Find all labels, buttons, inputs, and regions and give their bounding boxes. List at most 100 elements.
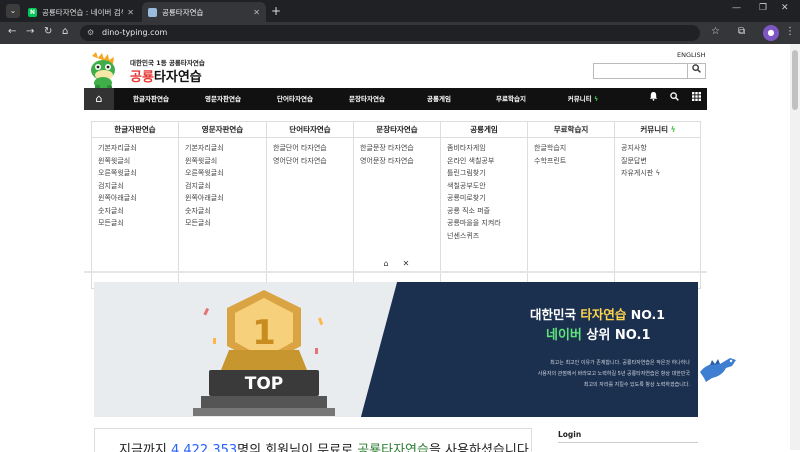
menu-item[interactable]: 공룡 직소 퍼즐	[447, 205, 527, 218]
lightning-icon: ϟ	[670, 125, 676, 134]
menu-item[interactable]: 검지글쇠	[185, 180, 266, 193]
menu-item[interactable]: 윈쪽윗글쇠	[185, 155, 266, 168]
menu-item[interactable]: 영어문장 타자연습	[360, 155, 440, 168]
badge-number: 1	[252, 313, 276, 353]
browser-menu-icon[interactable]: ⋮	[785, 26, 795, 37]
menu-item[interactable]: 좀비타자게임	[447, 142, 527, 155]
nav-english-keyboard[interactable]: 영문자판연습	[188, 88, 258, 110]
nav-search-icon[interactable]	[670, 88, 679, 110]
banner-title1-suffix: NO.1	[626, 307, 665, 322]
new-tab-button[interactable]: +	[271, 4, 281, 18]
mega-col-games: 공룡게임 좀비타자게임 온라인 색칠공부 틀린그림찾기 색칠공부도안 공룡미로찾…	[441, 122, 528, 289]
profile-avatar-icon[interactable]: ●	[763, 25, 779, 41]
menu-item[interactable]: 한글문장 타자연습	[360, 142, 440, 155]
menu-item[interactable]: 영어단어 타자연습	[273, 155, 353, 168]
menu-item[interactable]: 수학프린트	[534, 155, 614, 168]
menu-item[interactable]: 한글학습지	[534, 142, 614, 155]
mega-col-title[interactable]: 무료학습지	[528, 122, 614, 138]
login-divider	[558, 442, 698, 443]
menu-item[interactable]: 공룡미로찾기	[447, 192, 527, 205]
member-count: 4,422,353	[170, 443, 238, 452]
menu-item[interactable]: 모든글쇠	[185, 217, 266, 230]
banner-desc-line: 최고의 자리를 지킬수 있도록 항상 노력하겠습니다.	[583, 382, 690, 388]
mega-col-title[interactable]: 커뮤니티 ϟ	[615, 122, 701, 138]
menu-item[interactable]: 자유게시판 ϟ	[621, 167, 701, 180]
menu-item[interactable]: 검지글쇠	[98, 180, 178, 193]
minimize-icon[interactable]: —	[732, 3, 741, 13]
mega-col-title[interactable]: 한글자판연습	[92, 122, 178, 138]
bell-icon[interactable]	[649, 88, 658, 110]
site-info-icon[interactable]: ⚙	[87, 25, 94, 41]
menu-item[interactable]: 기본자리글쇠	[98, 142, 178, 155]
logo-title-prefix: 공룡	[130, 70, 154, 85]
menu-item[interactable]: 오른쪽윗글쇠	[185, 167, 266, 180]
site-search-input[interactable]	[593, 63, 688, 79]
page-scrollbar[interactable]	[790, 44, 800, 450]
home-nav-icon[interactable]: ⌂	[84, 88, 114, 110]
mega-col-title-text: 커뮤니티	[640, 125, 669, 134]
mega-col-title[interactable]: 공룡게임	[441, 122, 527, 138]
window-close-icon[interactable]: ✕	[781, 3, 789, 13]
reload-icon[interactable]: ↻	[44, 26, 52, 37]
extensions-icon[interactable]: ⧉	[738, 26, 745, 37]
forward-icon[interactable]: →	[26, 26, 34, 37]
mega-col-hangul: 한글자판연습 기본자리글쇠 윈쪽윗글쇠 오른쪽윗글쇠 검지글쇠 윈쪽아래글쇠 숫…	[92, 122, 179, 289]
trophy-top-icon: 1 TOP	[193, 290, 335, 416]
banner-title-line2: 네이버 상위 NO.1	[546, 324, 651, 343]
menu-item[interactable]: 공룡마을을 지켜라	[447, 217, 527, 230]
menu-item[interactable]: 윈쪽아래글쇠	[98, 192, 178, 205]
menu-item[interactable]: 윈쪽아래글쇠	[185, 192, 266, 205]
menu-item[interactable]: 넌센스퀴즈	[447, 230, 527, 243]
mega-col-title[interactable]: 문장타자연습	[354, 122, 440, 138]
menu-item[interactable]: 모든글쇠	[98, 217, 178, 230]
menu-item[interactable]: 틀린그림찾기	[447, 167, 527, 180]
mega-col-title[interactable]: 영문자판연습	[179, 122, 266, 138]
tab-title: 공룡타자연습 : 네이버 검색	[42, 7, 124, 17]
search-icon[interactable]	[688, 63, 706, 79]
tab-search-button[interactable]: ⌄	[6, 4, 20, 18]
english-link[interactable]: ENGLISH	[677, 51, 706, 59]
back-icon[interactable]: ←	[8, 26, 16, 37]
scroll-thumb[interactable]	[792, 50, 798, 110]
nav-sentence-typing[interactable]: 문장타자연습	[332, 88, 402, 110]
banner-title1-prefix: 대한민국	[530, 307, 581, 322]
close-menu-icon[interactable]: ✕	[396, 257, 416, 271]
nav-community[interactable]: 커뮤니티 ϟ	[548, 88, 618, 110]
menu-item[interactable]: 기본자리글쇠	[185, 142, 266, 155]
tab-close-icon[interactable]: ✕	[127, 8, 134, 17]
menu-item[interactable]: 숫자글쇠	[185, 205, 266, 218]
home-small-icon[interactable]: ⌂	[376, 257, 396, 271]
dino-logo-icon[interactable]	[86, 52, 122, 90]
counter-brand: 공룡타자연습	[357, 443, 429, 452]
mega-col-words: 단어타자연습 한글단어 타자연습 영어단어 타자연습	[267, 122, 354, 289]
tab-close-icon[interactable]: ✕	[253, 8, 260, 17]
lightning-icon: ϟ	[655, 169, 661, 177]
banner-title1-highlight: 타자연습	[580, 307, 627, 322]
bookmark-star-icon[interactable]: ☆	[711, 26, 720, 37]
menu-item[interactable]: 온라인 색칠공부	[447, 155, 527, 168]
browser-tab-naver[interactable]: N 공룡타자연습 : 네이버 검색 ✕	[22, 2, 140, 22]
menu-item[interactable]: 오른쪽윗글쇠	[98, 167, 178, 180]
address-bar[interactable]: ⚙ dino-typing.com	[80, 25, 700, 41]
nav-dino-games[interactable]: 공룡게임	[404, 88, 474, 110]
header-divider	[84, 271, 707, 273]
banner-desc-line: 사용자의 관점에서 바라보고 노력하길 5년 공룡타자연습은 항상 대한민국	[537, 371, 690, 377]
menu-item[interactable]: 숫자글쇠	[98, 205, 178, 218]
menu-item[interactable]: 질문답변	[621, 155, 701, 168]
menu-item[interactable]: 한글단어 타자연습	[273, 142, 353, 155]
restore-icon[interactable]: ❐	[759, 3, 767, 13]
main-navigation: ⌂ 한글자판연습 영문자판연습 단어타자연습 문장타자연습 공룡게임 무료학습지…	[84, 88, 707, 110]
menu-item[interactable]: 윈쪽윗글쇠	[98, 155, 178, 168]
nav-word-typing[interactable]: 단어타자연습	[260, 88, 330, 110]
menu-item-label: 자유게시판	[621, 169, 654, 177]
logo-title[interactable]: 공룡타자연습	[130, 66, 202, 85]
menu-item[interactable]: 색칠공부도안	[447, 180, 527, 193]
mega-col-title[interactable]: 단어타자연습	[267, 122, 353, 138]
main-banner[interactable]: 1 TOP 대한민국 타자연습 NO.1 네이버 상위 NO.1 최고는 최고인…	[94, 282, 698, 417]
browser-tab-dino[interactable]: 공룡타자연습 ✕	[142, 2, 266, 22]
home-icon[interactable]: ⌂	[62, 26, 68, 37]
nav-free-worksheets[interactable]: 무료학습지	[476, 88, 546, 110]
nav-hangul-keyboard[interactable]: 한글자판연습	[116, 88, 186, 110]
grid-menu-icon[interactable]	[692, 88, 701, 110]
menu-item[interactable]: 공지사항	[621, 142, 701, 155]
